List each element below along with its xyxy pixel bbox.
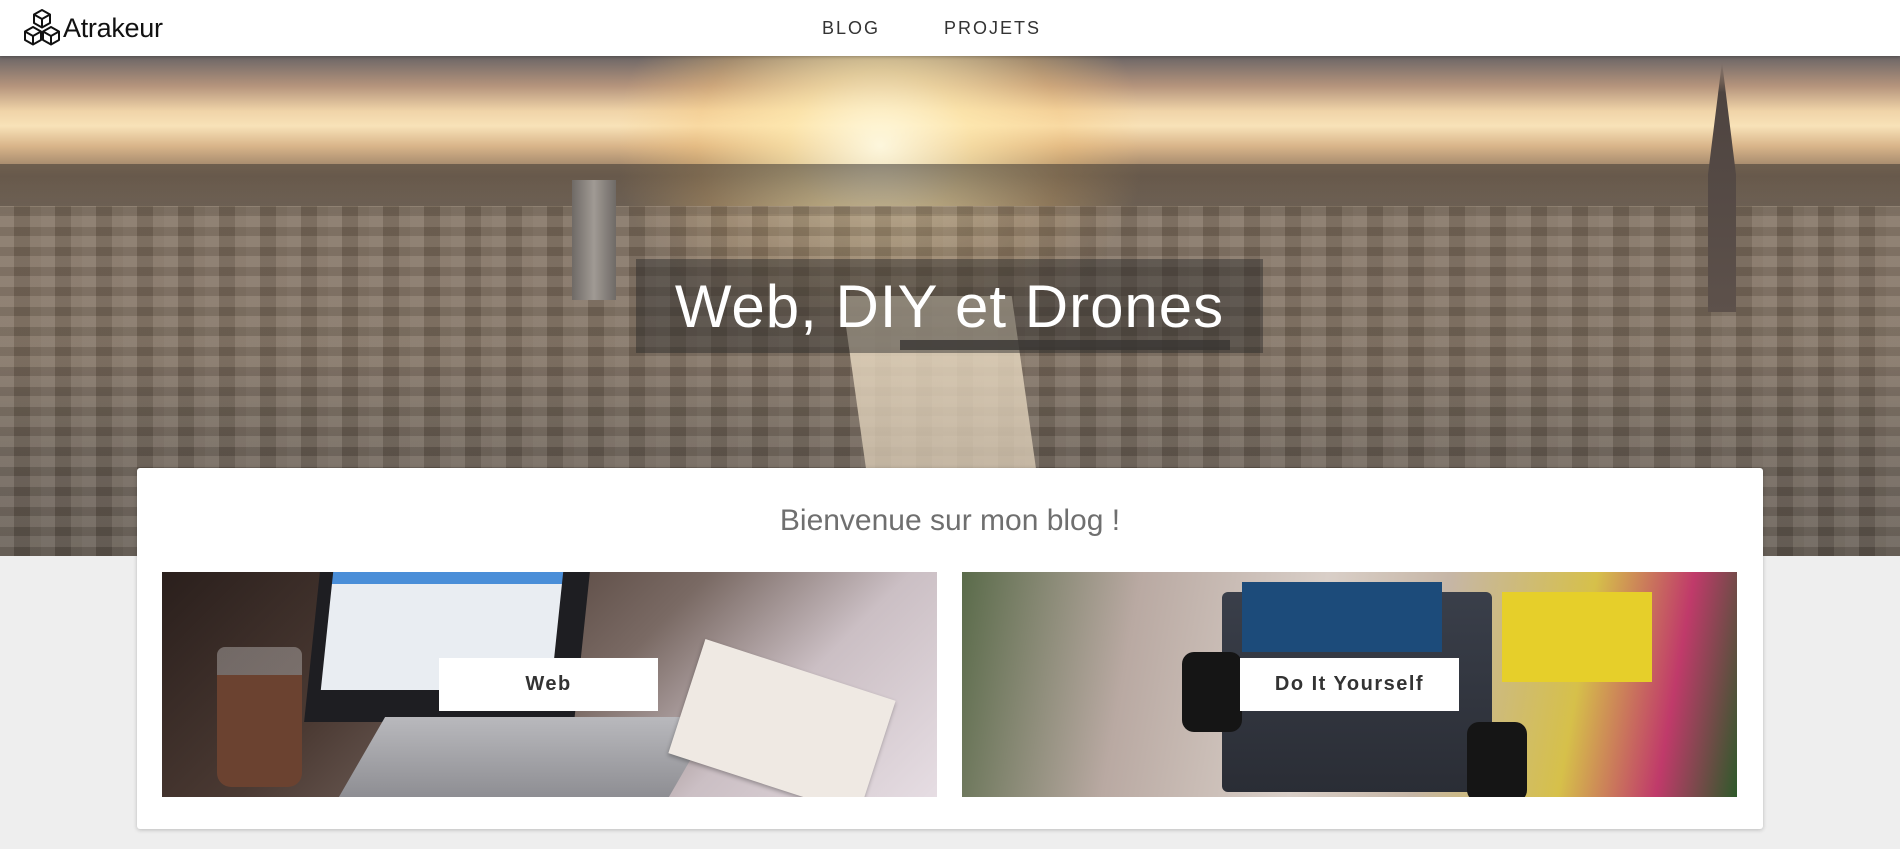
brand-link[interactable]: Atrakeur	[23, 8, 163, 48]
tile-web[interactable]: Web	[162, 572, 937, 797]
hero-cathedral-spire	[1708, 62, 1736, 312]
nav-links: BLOG PROJETS	[822, 0, 1105, 56]
nav-link-projets[interactable]: PROJETS	[944, 18, 1041, 39]
coffee-cup-image	[217, 647, 302, 787]
hero-title: Web, DIY et Drones	[674, 272, 1225, 340]
nav-link-blog[interactable]: BLOG	[822, 18, 880, 39]
diy-button[interactable]: Do It Yourself	[1240, 658, 1459, 711]
top-navbar: Atrakeur BLOG PROJETS	[0, 0, 1900, 56]
wheel-image	[1467, 722, 1527, 797]
cubes-logo-icon	[24, 9, 60, 46]
wheel-image	[1182, 652, 1242, 732]
yellow-box-image	[1502, 592, 1652, 682]
welcome-card: Bienvenue sur mon blog ! Web Do It Yours…	[137, 468, 1763, 829]
circuit-board-image	[1242, 582, 1442, 652]
keyboard-image	[338, 717, 716, 797]
welcome-title: Bienvenue sur mon blog !	[779, 504, 1121, 537]
notebook-image	[668, 639, 896, 797]
web-button[interactable]: Web	[439, 658, 658, 711]
tile-diy[interactable]: Do It Yourself	[962, 572, 1737, 797]
brand-name: Atrakeur	[63, 12, 163, 43]
hero-tower	[572, 180, 616, 300]
hero-title-box: Web, DIY et Drones	[636, 259, 1263, 353]
